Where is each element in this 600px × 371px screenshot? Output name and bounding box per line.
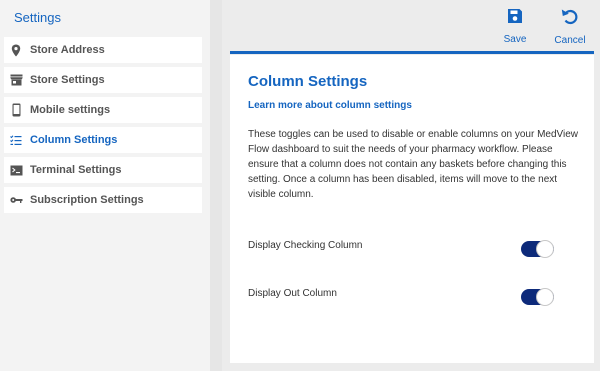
- cancel-label: Cancel: [554, 35, 586, 46]
- sidebar-item-label: Terminal Settings: [30, 164, 122, 176]
- sidebar-item-label: Column Settings: [30, 134, 118, 146]
- toggle-knob: [536, 240, 554, 258]
- save-button[interactable]: Save: [500, 8, 530, 45]
- page-title: Column Settings: [248, 73, 368, 90]
- sidebar-item-terminal-settings[interactable]: Terminal Settings: [4, 157, 202, 183]
- location-pin-icon: [9, 43, 23, 57]
- main-panel: Save Cancel Column Settings Learn more a…: [222, 0, 600, 371]
- display-out-column-row: Display Out Column: [248, 285, 554, 306]
- sidebar-item-label: Store Settings: [30, 74, 105, 86]
- learn-more-link[interactable]: Learn more about column settings: [248, 100, 412, 111]
- terminal-icon: [9, 163, 23, 177]
- list-checklist-icon: [9, 133, 23, 147]
- toggle-knob: [536, 288, 554, 306]
- column-settings-card: Column Settings Learn more about column …: [230, 55, 594, 363]
- sidebar-title: Settings: [14, 10, 61, 25]
- sidebar-item-column-settings[interactable]: Column Settings: [4, 127, 202, 153]
- sidebar-item-subscription-settings[interactable]: Subscription Settings: [4, 187, 202, 213]
- toggle-label: Display Out Column: [248, 288, 337, 299]
- save-icon: [507, 8, 523, 29]
- toggle-label: Display Checking Column: [248, 240, 363, 251]
- sidebar: Settings Store Address Store Settings Mo…: [0, 0, 210, 371]
- sidebar-item-store-address[interactable]: Store Address: [4, 37, 202, 63]
- panel-divider: [210, 0, 222, 371]
- display-out-column-toggle[interactable]: [521, 288, 554, 306]
- sidebar-item-label: Mobile settings: [30, 104, 111, 116]
- save-label: Save: [503, 34, 527, 45]
- storefront-icon: [9, 73, 23, 87]
- display-checking-column-row: Display Checking Column: [248, 237, 554, 258]
- sidebar-item-store-settings[interactable]: Store Settings: [4, 67, 202, 93]
- cancel-button[interactable]: Cancel: [552, 8, 588, 46]
- sidebar-item-label: Store Address: [30, 44, 105, 56]
- sidebar-nav: Store Address Store Settings Mobile sett…: [4, 37, 202, 217]
- mobile-phone-icon: [9, 103, 23, 117]
- key-icon: [9, 193, 23, 207]
- sidebar-item-mobile-settings[interactable]: Mobile settings: [4, 97, 202, 123]
- display-checking-column-toggle[interactable]: [521, 240, 554, 258]
- sidebar-item-label: Subscription Settings: [30, 194, 144, 206]
- header-accent-line: [230, 51, 594, 54]
- undo-icon: [561, 8, 579, 30]
- description-text: These toggles can be used to disable or …: [248, 129, 579, 200]
